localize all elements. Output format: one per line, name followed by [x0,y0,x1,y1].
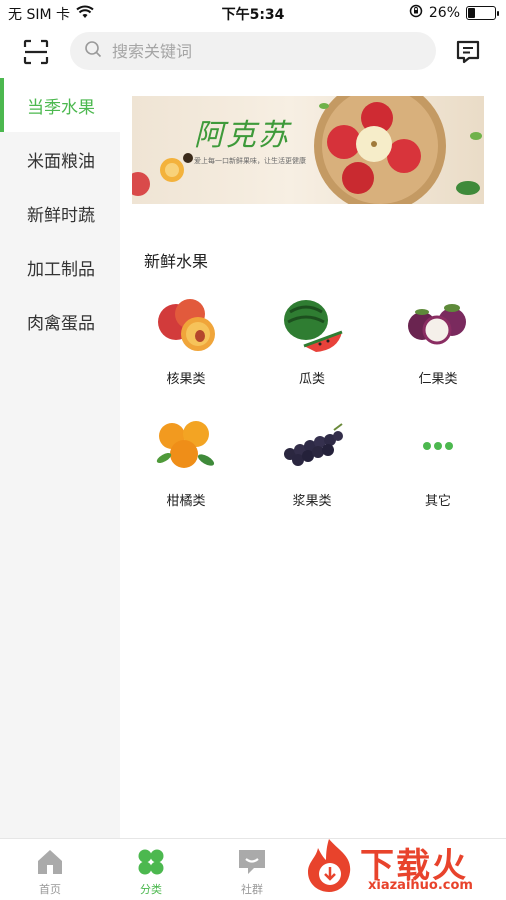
scan-icon[interactable] [22,38,50,66]
header [0,30,506,74]
tab-category[interactable]: 分类 [121,847,181,897]
sidebar-item-seasonal-fruit[interactable]: 当季水果 [0,78,120,132]
banner-title: 阿克苏 [194,118,290,153]
home-icon [35,847,65,877]
battery-icon [466,6,499,20]
category-citrus[interactable]: 柑橘类 [136,414,236,509]
battery-fill [468,8,476,18]
sidebar-item-processed-products[interactable]: 加工制品 [0,240,120,294]
tab-community[interactable]: 社群 [222,847,282,897]
sidebar-item-label: 肉禽蛋品 [27,313,95,334]
category-icon [136,847,166,877]
mangosteen-icon [402,292,474,356]
category-melon[interactable]: 瓜类 [262,292,362,387]
status-bar: 无 SIM 卡 下午5:34 26% [0,0,506,26]
banner-subtitle: 爱上每一口新鲜果味，让生活更健康 [194,157,306,165]
tab-label: 分类 [140,883,162,896]
battery-percent: 26% [428,5,460,21]
chat-icon [237,847,267,877]
sidebar-item-label: 米面粮油 [27,151,95,172]
tab-home[interactable]: 首页 [20,847,80,897]
watermark-url: xiazaihuo.com [368,878,473,893]
category-other[interactable]: 其它 [388,414,488,509]
promo-banner[interactable]: 阿克苏 爱上每一口新鲜果味，让生活更健康 [132,96,484,204]
orange-icon [150,414,222,478]
category-label: 浆果类 [292,494,332,509]
category-label: 柑橘类 [166,494,206,509]
tab-label: 社群 [241,883,263,896]
category-berry[interactable]: 浆果类 [262,414,362,509]
section-title: 新鲜水果 [144,252,209,271]
peach-icon [150,292,222,356]
site-watermark: 下载火 xiazaihuo.com [300,836,500,896]
category-label: 核果类 [166,372,206,387]
category-content: 阿克苏 爱上每一口新鲜果味，让生活更健康 新鲜水果 核果类 瓜类 仁果类 柑橘类… [120,78,506,838]
watermelon-icon [276,292,348,356]
message-icon[interactable] [454,38,482,66]
category-stone-fruit[interactable]: 核果类 [136,292,236,387]
search-input[interactable] [112,41,412,61]
category-sidebar: 当季水果 米面粮油 新鲜时蔬 加工制品 肉禽蛋品 [0,78,120,838]
sidebar-item-label: 新鲜时蔬 [27,205,95,226]
tab-label: 首页 [39,883,61,896]
sidebar-item-label: 当季水果 [27,97,95,118]
category-label: 瓜类 [298,372,325,387]
sidebar-item-fresh-vegetables[interactable]: 新鲜时蔬 [0,186,120,240]
grapes-icon [276,414,348,478]
sidebar-item-meat-eggs[interactable]: 肉禽蛋品 [0,294,120,348]
banner-illustration [132,96,482,204]
sidebar-item-grain-oil[interactable]: 米面粮油 [0,132,120,186]
flame-logo-icon [308,839,351,892]
more-icon [402,414,474,478]
sidebar-item-label: 加工制品 [27,259,95,280]
search-icon [84,40,102,62]
search-bar[interactable] [70,32,436,70]
category-label: 其它 [424,494,451,509]
category-pome-fruit[interactable]: 仁果类 [388,292,488,387]
category-label: 仁果类 [418,372,458,387]
orientation-lock-icon [409,4,423,22]
